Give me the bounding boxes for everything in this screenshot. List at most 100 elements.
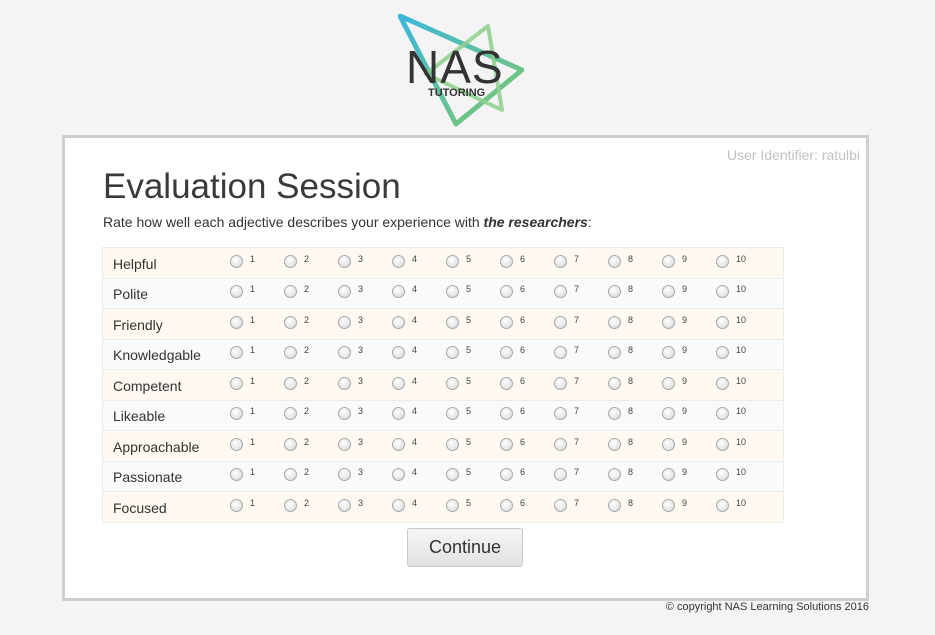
rating-radio[interactable]	[230, 285, 243, 299]
rating-radio[interactable]	[662, 254, 675, 268]
rating-radio[interactable]	[338, 376, 351, 390]
rating-radio[interactable]	[338, 498, 351, 512]
rating-radio[interactable]	[716, 437, 729, 451]
rating-radio[interactable]	[554, 346, 567, 360]
rating-radio[interactable]	[662, 315, 675, 329]
rating-radio[interactable]	[716, 346, 729, 360]
rating-radio[interactable]	[500, 407, 513, 421]
rating-radio[interactable]	[500, 315, 513, 329]
rating-cell: Helpful 1 2 3 4 5 6 7 8 9 10	[102, 247, 784, 279]
rating-radio[interactable]	[338, 407, 351, 421]
rating-radio[interactable]	[230, 498, 243, 512]
rating-value-label: 7	[574, 497, 580, 508]
rating-radio[interactable]	[230, 437, 243, 451]
rating-radio[interactable]	[662, 346, 675, 360]
rating-radio[interactable]	[554, 254, 567, 268]
rating-radio[interactable]	[446, 346, 459, 360]
rating-radio[interactable]	[338, 437, 351, 451]
rating-radio[interactable]	[230, 346, 243, 360]
rating-radio[interactable]	[392, 468, 405, 482]
rating-radio[interactable]	[716, 498, 729, 512]
rating-radio[interactable]	[446, 407, 459, 421]
rating-radio[interactable]	[446, 468, 459, 482]
rating-radio[interactable]	[338, 285, 351, 299]
rating-radio[interactable]	[662, 468, 675, 482]
rating-radio[interactable]	[284, 376, 297, 390]
rating-radio[interactable]	[500, 254, 513, 268]
rating-value-label: 3	[358, 436, 364, 447]
rating-radio[interactable]	[500, 498, 513, 512]
rating-radio[interactable]	[446, 376, 459, 390]
rating-radio[interactable]	[446, 315, 459, 329]
rating-radio[interactable]	[608, 315, 621, 329]
rating-radio[interactable]	[284, 407, 297, 421]
rating-radio[interactable]	[554, 498, 567, 512]
rating-radio[interactable]	[392, 254, 405, 268]
rating-radio[interactable]	[230, 315, 243, 329]
rating-radio[interactable]	[554, 285, 567, 299]
rating-radio[interactable]	[338, 346, 351, 360]
rating-radio[interactable]	[284, 437, 297, 451]
rating-radio[interactable]	[662, 498, 675, 512]
rating-radio[interactable]	[284, 498, 297, 512]
rating-radio[interactable]	[500, 468, 513, 482]
rating-value-label: 4	[412, 284, 418, 295]
rating-radio[interactable]	[716, 407, 729, 421]
rating-radio[interactable]	[446, 254, 459, 268]
rating-radio[interactable]	[500, 437, 513, 451]
rating-value-label: 8	[628, 345, 634, 356]
rating-radio[interactable]	[230, 407, 243, 421]
rating-radio[interactable]	[392, 285, 405, 299]
rating-radio[interactable]	[446, 498, 459, 512]
rating-radio[interactable]	[608, 437, 621, 451]
rating-value-label: 5	[466, 284, 472, 295]
rating-radio[interactable]	[662, 437, 675, 451]
rating-radio[interactable]	[392, 376, 405, 390]
rating-radio[interactable]	[716, 315, 729, 329]
rating-radio[interactable]	[500, 346, 513, 360]
rating-radio[interactable]	[338, 315, 351, 329]
rating-radio[interactable]	[608, 468, 621, 482]
rating-radio[interactable]	[716, 285, 729, 299]
rating-radio[interactable]	[284, 346, 297, 360]
rating-radio[interactable]	[392, 407, 405, 421]
rating-radio[interactable]	[554, 437, 567, 451]
rating-radio[interactable]	[284, 254, 297, 268]
rating-value-label: 2	[304, 406, 310, 417]
rating-radio[interactable]	[608, 498, 621, 512]
instruction-suffix: :	[587, 214, 592, 230]
rating-radio[interactable]	[662, 407, 675, 421]
rating-radio[interactable]	[392, 498, 405, 512]
rating-radio[interactable]	[284, 468, 297, 482]
rating-radio[interactable]	[554, 376, 567, 390]
rating-radio[interactable]	[608, 376, 621, 390]
rating-radio[interactable]	[392, 346, 405, 360]
rating-radio[interactable]	[392, 437, 405, 451]
rating-radio[interactable]	[662, 376, 675, 390]
rating-radio[interactable]	[230, 468, 243, 482]
rating-radio[interactable]	[608, 285, 621, 299]
rating-radio[interactable]	[500, 376, 513, 390]
rating-radio[interactable]	[392, 315, 405, 329]
rating-radio[interactable]	[446, 285, 459, 299]
rating-radio[interactable]	[500, 285, 513, 299]
rating-radio[interactable]	[446, 437, 459, 451]
rating-radio[interactable]	[338, 468, 351, 482]
rating-radio[interactable]	[554, 407, 567, 421]
rating-radio[interactable]	[662, 285, 675, 299]
rating-radio[interactable]	[554, 468, 567, 482]
rating-radio[interactable]	[716, 468, 729, 482]
rating-radio[interactable]	[716, 254, 729, 268]
rating-radio[interactable]	[284, 315, 297, 329]
rating-value-label: 4	[412, 497, 418, 508]
rating-radio[interactable]	[608, 254, 621, 268]
rating-radio[interactable]	[230, 254, 243, 268]
rating-radio[interactable]	[716, 376, 729, 390]
rating-radio[interactable]	[338, 254, 351, 268]
rating-radio[interactable]	[608, 346, 621, 360]
continue-button[interactable]: Continue	[407, 528, 523, 567]
rating-radio[interactable]	[284, 285, 297, 299]
rating-radio[interactable]	[554, 315, 567, 329]
rating-radio[interactable]	[608, 407, 621, 421]
rating-radio[interactable]	[230, 376, 243, 390]
